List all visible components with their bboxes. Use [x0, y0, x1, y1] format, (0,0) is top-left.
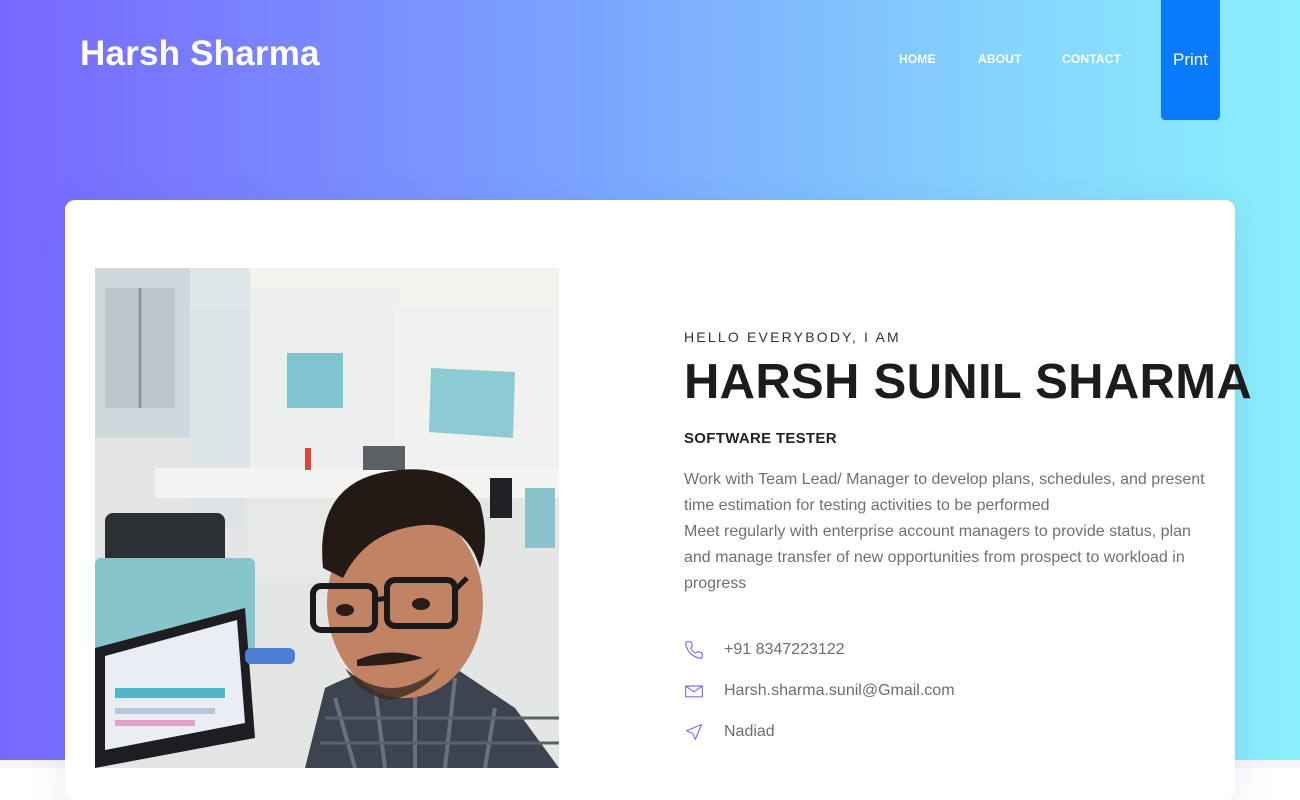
profile-name: HARSH SUNIL SHARMA: [684, 355, 1253, 409]
nav-home[interactable]: HOME: [899, 52, 936, 66]
location-text: Nadiad: [724, 723, 775, 740]
email-address[interactable]: Harsh.sharma.sunil@Gmail.com: [724, 682, 955, 700]
phone-icon: [684, 640, 704, 660]
main-nav: HOME ABOUT CONTACT: [0, 52, 1300, 68]
nav-about[interactable]: ABOUT: [978, 52, 1022, 66]
contact-email[interactable]: Harsh.sharma.sunil@Gmail.com: [684, 679, 955, 703]
envelope-icon: [684, 681, 704, 701]
profile-photo: [95, 268, 559, 768]
print-button[interactable]: Print: [1161, 0, 1220, 120]
profile-role: SOFTWARE TESTER: [684, 430, 837, 447]
profile-description: Work with Team Lead/ Manager to develop …: [684, 467, 1214, 597]
contact-phone[interactable]: +91 8347223122: [684, 638, 845, 662]
phone-number[interactable]: +91 8347223122: [724, 641, 845, 659]
description-line-2: Meet regularly with enterprise account m…: [684, 523, 1191, 592]
description-line-1: Work with Team Lead/ Manager to develop …: [684, 471, 1205, 514]
navigation-arrow-icon: [684, 722, 704, 742]
contact-location: Nadiad: [684, 720, 775, 744]
greeting-text: HELLO EVERYBODY, I AM: [684, 329, 901, 345]
nav-contact[interactable]: CONTACT: [1062, 52, 1121, 66]
